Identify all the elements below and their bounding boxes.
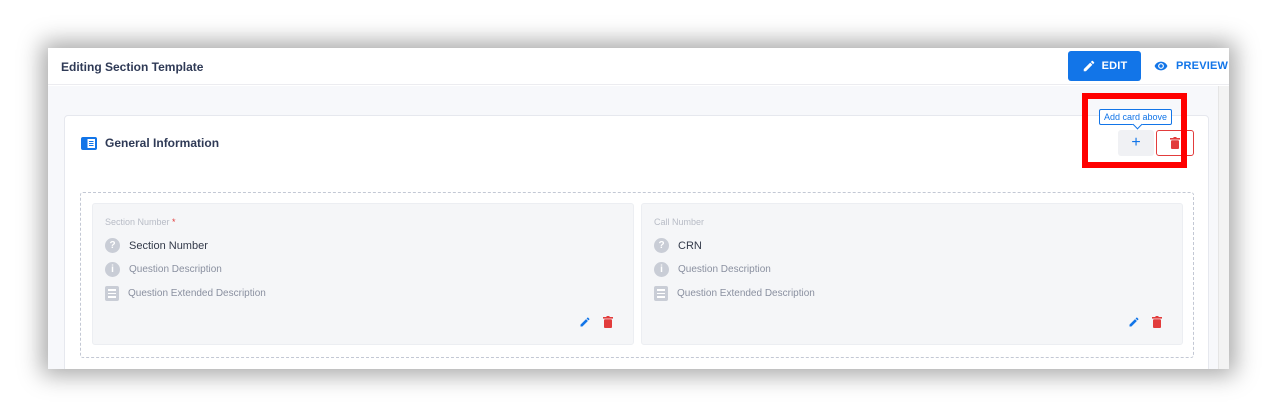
question-icon: ? <box>105 238 120 253</box>
editor-window: Editing Section Template EDIT PREVIEW Ge… <box>48 48 1229 369</box>
eye-icon <box>1152 59 1170 73</box>
description-row: i Question Description <box>654 262 771 277</box>
scrollbar[interactable] <box>1218 86 1229 369</box>
trash-icon[interactable] <box>1152 316 1162 328</box>
pencil-icon <box>1082 59 1096 73</box>
add-card-above-button[interactable]: + <box>1118 130 1154 156</box>
section-card-icon <box>81 136 97 150</box>
trash-icon[interactable] <box>603 316 613 328</box>
question-row: ? CRN <box>654 238 702 253</box>
page-title: Editing Section Template <box>61 60 204 74</box>
required-mark: * <box>172 217 176 227</box>
description-row: i Question Description <box>105 262 222 277</box>
card-header: General Information <box>81 136 219 150</box>
document-icon <box>105 286 119 301</box>
info-icon: i <box>105 262 120 277</box>
field-card-section-number[interactable]: Section Number * ? Section Number i Ques… <box>92 203 634 345</box>
add-card-tooltip: Add card above <box>1099 109 1173 125</box>
plus-icon: + <box>1131 134 1141 151</box>
preview-button-label: PREVIEW <box>1176 60 1229 72</box>
question-description: Question Description <box>678 264 771 275</box>
question-extended-description: Question Extended Description <box>128 288 266 299</box>
pencil-icon[interactable] <box>579 316 591 328</box>
question-extended-description: Question Extended Description <box>677 288 815 299</box>
pencil-icon[interactable] <box>1128 316 1140 328</box>
delete-card-button[interactable] <box>1156 130 1194 156</box>
extended-description-row: Question Extended Description <box>654 286 815 301</box>
trash-icon <box>1170 137 1180 149</box>
question-text: Section Number <box>129 239 208 252</box>
fields-dropzone: Section Number * ? Section Number i Ques… <box>80 192 1194 358</box>
field-card-call-number[interactable]: Call Number ? CRN i Question Description… <box>641 203 1183 345</box>
edit-button[interactable]: EDIT <box>1068 51 1141 81</box>
document-icon <box>654 286 668 301</box>
edit-button-label: EDIT <box>1101 60 1128 72</box>
preview-button[interactable]: PREVIEW <box>1152 51 1229 81</box>
question-text: CRN <box>678 239 702 252</box>
section-card: General Information Add card above + Sec… <box>64 109 1209 369</box>
question-row: ? Section Number <box>105 238 208 253</box>
field-label: Call Number <box>654 217 705 227</box>
field-actions <box>579 316 613 328</box>
content-area: General Information Add card above + Sec… <box>48 86 1229 369</box>
top-bar: Editing Section Template EDIT PREVIEW <box>48 48 1229 85</box>
extended-description-row: Question Extended Description <box>105 286 266 301</box>
question-description: Question Description <box>129 264 222 275</box>
info-icon: i <box>654 262 669 277</box>
field-label: Section Number * <box>105 217 176 227</box>
card-title: General Information <box>105 136 220 150</box>
field-actions <box>1128 316 1162 328</box>
question-icon: ? <box>654 238 669 253</box>
